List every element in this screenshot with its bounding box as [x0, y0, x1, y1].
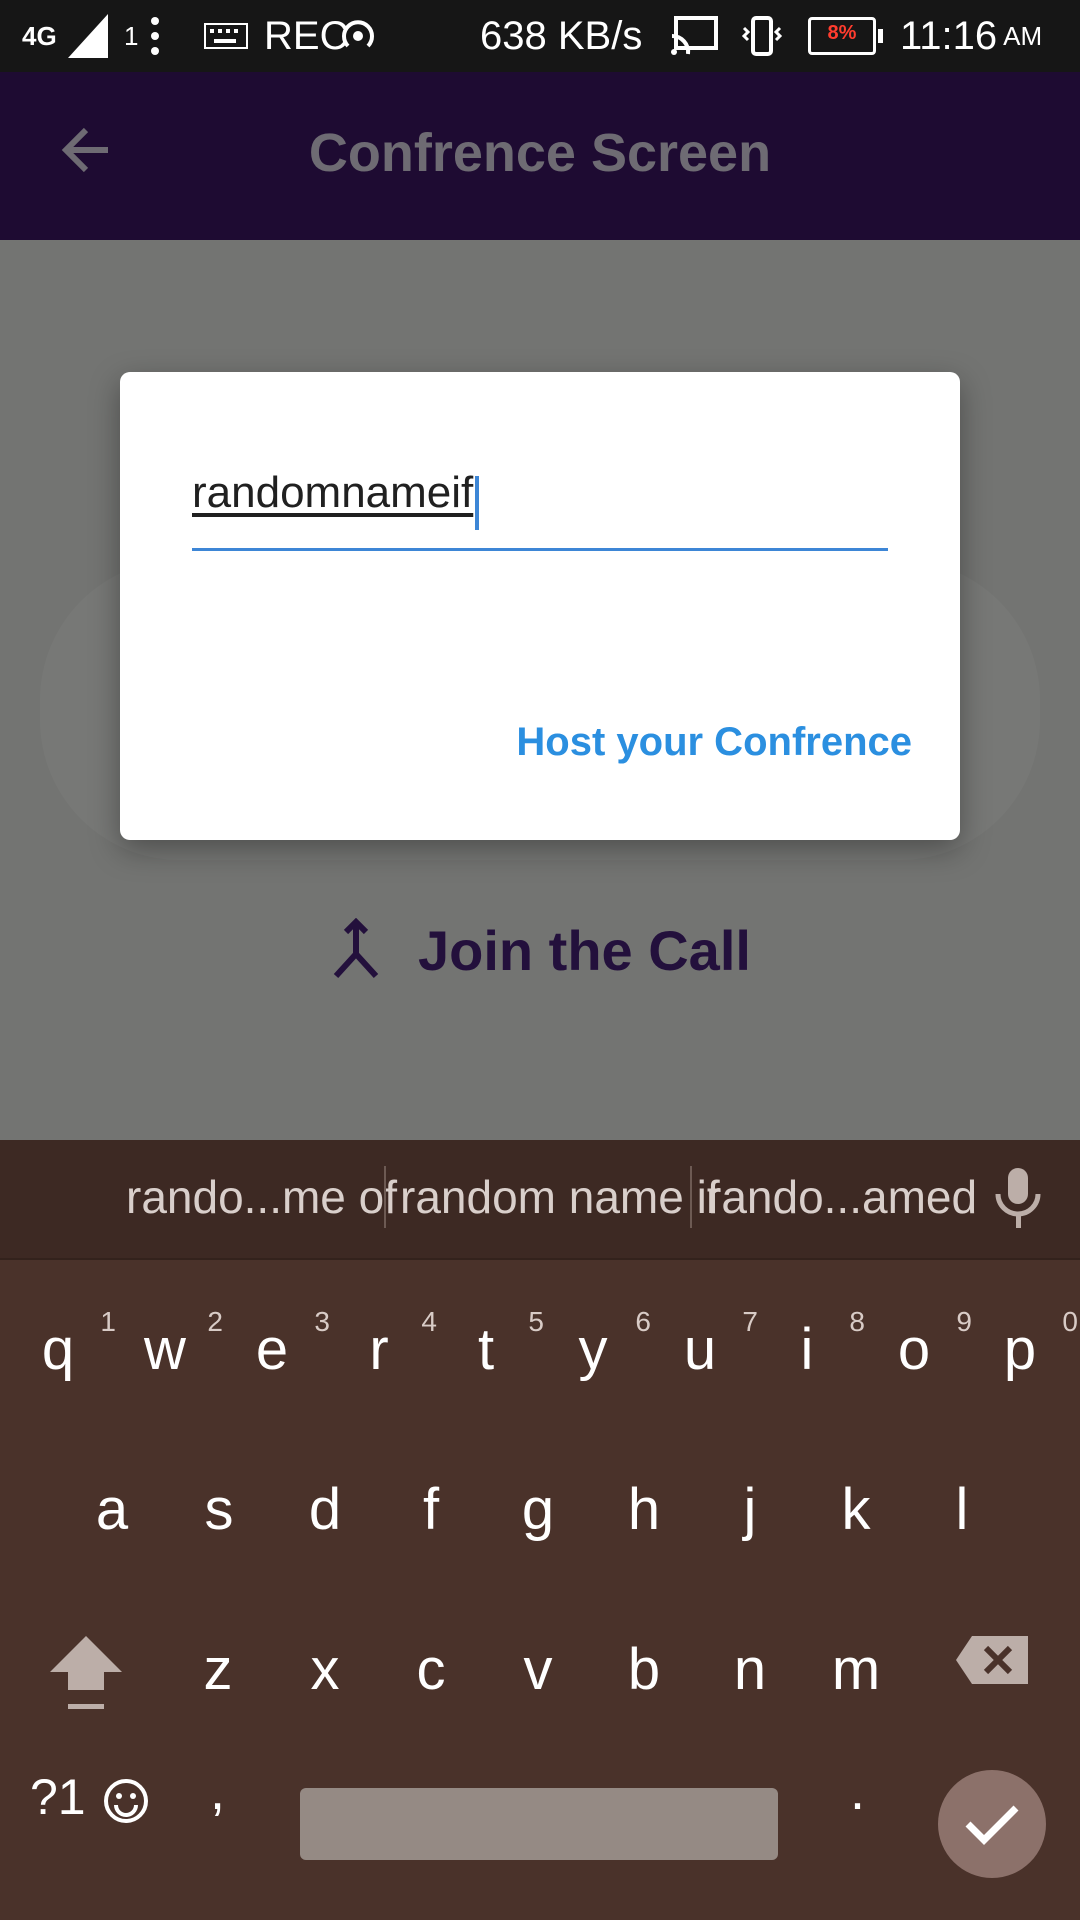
vibrate-icon	[740, 0, 784, 72]
key-p[interactable]: p0	[970, 1306, 1078, 1383]
conference-dialog: randomnameif Host your Confrence	[120, 372, 960, 840]
key-k[interactable]: k	[806, 1476, 906, 1543]
key-s[interactable]: s	[169, 1476, 269, 1543]
text-cursor	[475, 475, 480, 530]
key-label: r	[369, 1317, 389, 1382]
key-label: p	[1003, 1317, 1037, 1382]
more-icon	[150, 0, 160, 72]
key-q[interactable]: q1	[8, 1306, 116, 1383]
key-t[interactable]: t5	[436, 1306, 544, 1383]
key-v[interactable]: v	[488, 1636, 588, 1703]
page-title: Confrence Screen	[308, 123, 772, 183]
input-value: randomnameif	[192, 468, 474, 517]
key-hint: 7	[742, 1306, 758, 1337]
key-c[interactable]: c	[381, 1636, 481, 1703]
key-l[interactable]: l	[912, 1476, 1012, 1543]
key-o[interactable]: o9	[864, 1306, 972, 1383]
key-n[interactable]: n	[700, 1636, 800, 1703]
data-speed: 638 KB/s	[480, 0, 642, 72]
key-w[interactable]: w2	[115, 1306, 223, 1383]
key-label: y	[578, 1317, 608, 1382]
checkmark-icon	[965, 1805, 1019, 1845]
clock-time: 11:16	[900, 13, 998, 58]
key-label: w	[144, 1317, 186, 1382]
suggestion-2[interactable]: random name if	[400, 1170, 720, 1224]
key-hint: 8	[849, 1306, 865, 1337]
key-hint: 2	[207, 1306, 223, 1337]
key-hint: 6	[635, 1306, 651, 1337]
hotspot-icon	[336, 0, 380, 72]
key-z[interactable]: z	[168, 1636, 268, 1703]
key-a[interactable]: a	[62, 1476, 162, 1543]
conference-name-input[interactable]: randomnameif	[192, 468, 888, 551]
key-y[interactable]: y6	[543, 1306, 652, 1383]
key-hint: 5	[528, 1306, 544, 1337]
clock-ampm: AM	[1003, 20, 1043, 51]
keyboard-icon	[204, 0, 248, 72]
suggestion-divider	[384, 1166, 386, 1228]
key-b[interactable]: b	[594, 1636, 694, 1703]
suggestion-3[interactable]: rando...amed	[706, 1170, 977, 1224]
key-j[interactable]: j	[700, 1476, 800, 1543]
key-m[interactable]: m	[806, 1636, 906, 1703]
suggestion-strip: rando...me of random name if rando...ame…	[0, 1140, 1080, 1260]
network-type: 4G	[22, 20, 57, 51]
backspace-icon[interactable]	[954, 1634, 1030, 1686]
key-f[interactable]: f	[381, 1476, 481, 1543]
cast-icon	[670, 0, 718, 72]
join-call-button[interactable]: Join the Call	[330, 900, 751, 1000]
done-key[interactable]	[938, 1770, 1046, 1878]
key-d[interactable]: d	[275, 1476, 375, 1543]
comma-key[interactable]: ,	[210, 1760, 225, 1822]
period-key[interactable]: .	[850, 1760, 865, 1822]
key-label: u	[683, 1317, 717, 1382]
emoji-icon	[103, 1778, 148, 1823]
battery-icon: 8%	[808, 0, 883, 72]
battery-level: 8%	[827, 22, 857, 44]
key-label: i	[800, 1317, 814, 1382]
space-bar[interactable]	[300, 1788, 778, 1860]
app-bar: Confrence Screen	[0, 72, 1080, 240]
key-u[interactable]: u7	[650, 1306, 758, 1383]
symbols-key[interactable]: ?1	[30, 1768, 150, 1826]
merge-icon	[333, 918, 379, 979]
key-label: o	[897, 1317, 931, 1382]
suggestion-divider	[690, 1166, 692, 1228]
key-g[interactable]: g	[488, 1476, 588, 1543]
join-call-label: Join the Call	[418, 918, 751, 982]
key-label: q	[41, 1317, 75, 1382]
key-e[interactable]: e3	[222, 1306, 330, 1383]
network-indicator: 4G	[22, 0, 57, 72]
soft-keyboard: rando...me of random name if rando...ame…	[0, 1140, 1080, 1920]
key-h[interactable]: h	[594, 1476, 694, 1543]
shift-key-icon[interactable]	[48, 1630, 124, 1714]
key-label: t	[477, 1317, 495, 1382]
key-x[interactable]: x	[275, 1636, 375, 1703]
key-label: e	[255, 1317, 289, 1382]
key-hint: 0	[1062, 1306, 1078, 1337]
microphone-icon[interactable]	[990, 1164, 1046, 1234]
clock: 11:16 AM	[900, 0, 1042, 72]
suggestion-1[interactable]: rando...me of	[126, 1170, 397, 1224]
key-hint: 3	[314, 1306, 330, 1337]
key-hint: 1	[100, 1306, 116, 1337]
symbols-label: ?1	[30, 1769, 86, 1825]
status-bar: 4G 1 REC 638 KB/s 8% 11:16 AM	[0, 0, 1080, 72]
signal-icon: 1	[68, 0, 138, 72]
host-conference-button[interactable]: Host your Confrence	[516, 720, 912, 765]
key-i[interactable]: i8	[757, 1306, 865, 1383]
key-hint: 4	[421, 1306, 437, 1337]
speed-label: 638 KB/s	[480, 13, 643, 58]
key-r[interactable]: r4	[329, 1306, 437, 1383]
sim-slot: 1	[124, 20, 139, 51]
